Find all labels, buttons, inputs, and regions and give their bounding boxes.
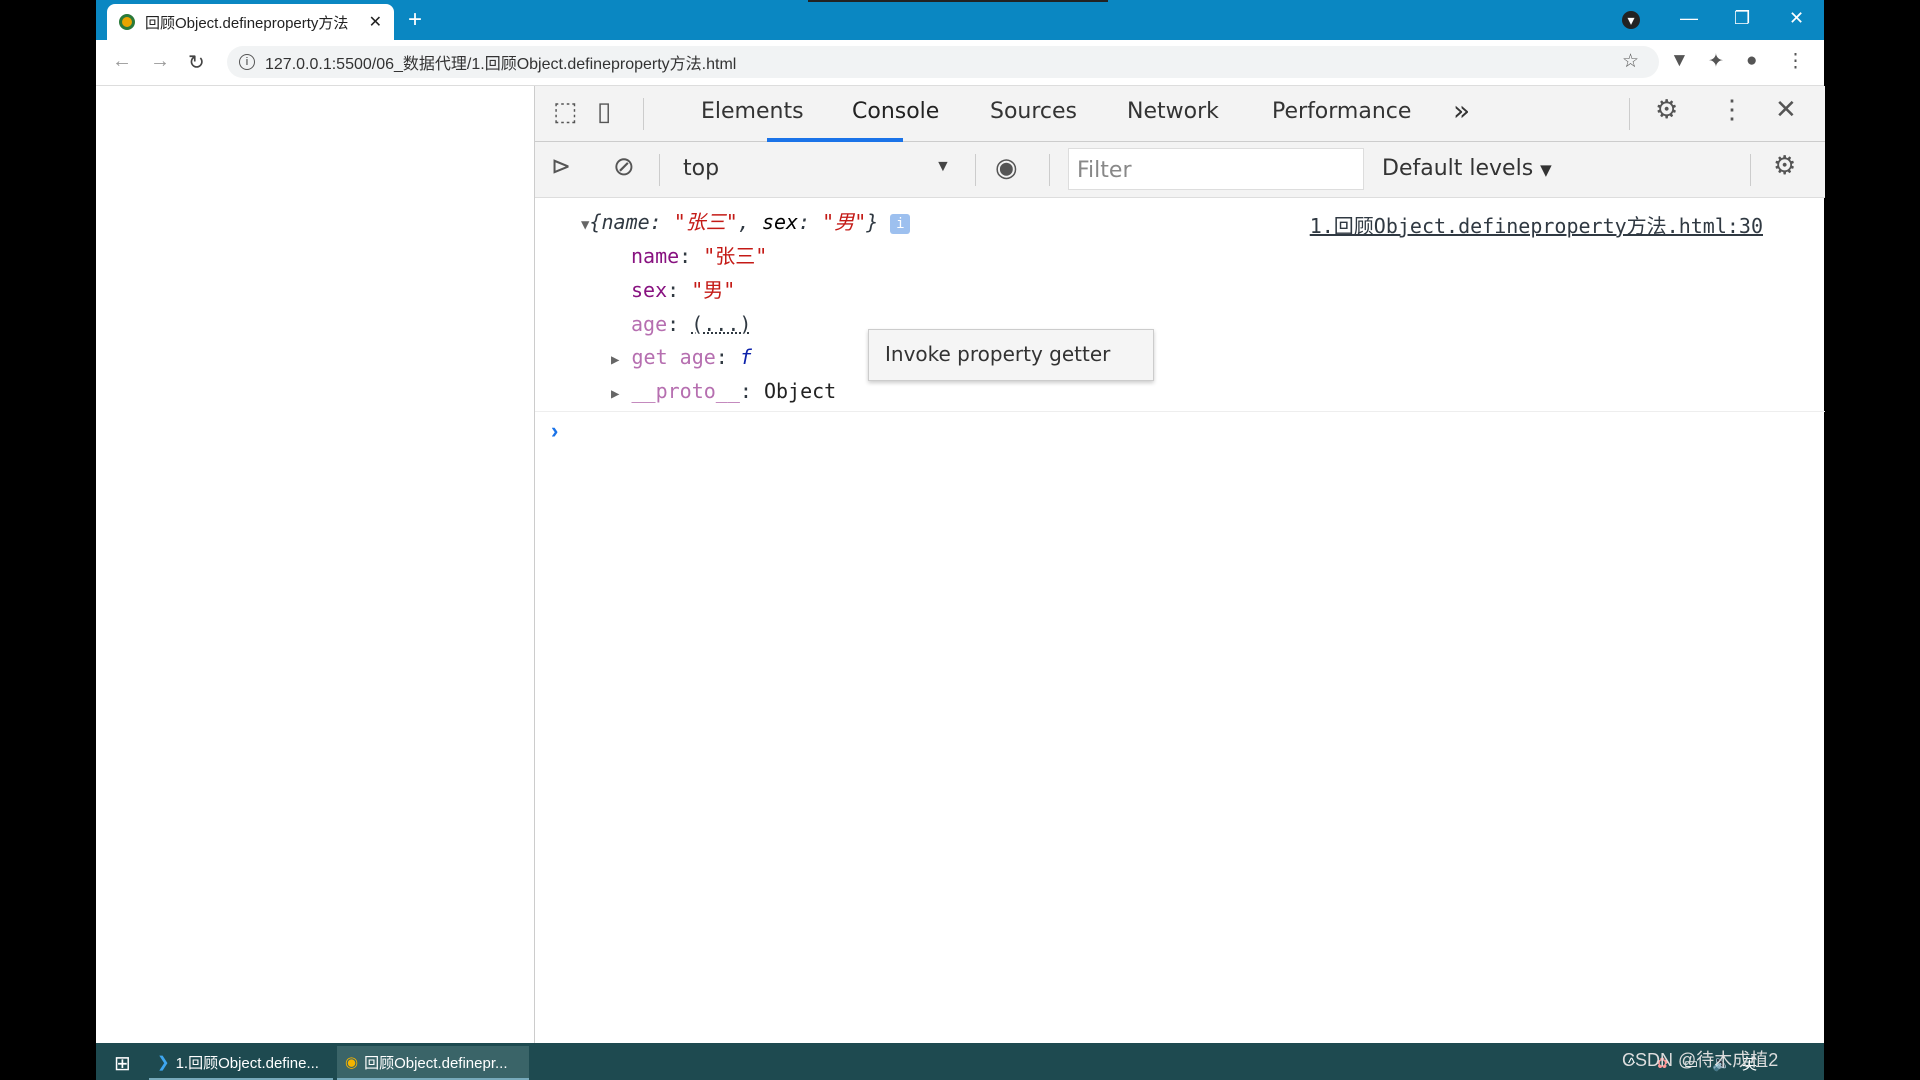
source-link[interactable]: 1.回顾Object.defineproperty方法.html:30 <box>1310 210 1763 239</box>
console-prompt-icon[interactable]: › <box>551 418 558 444</box>
profile-icon[interactable]: ● <box>1746 50 1757 72</box>
customize-menu-icon[interactable]: ⋮ <box>1719 94 1745 125</box>
bookmark-star-icon[interactable]: ☆ <box>1622 50 1639 73</box>
extensions-puzzle-icon[interactable]: ✦ <box>1708 50 1724 73</box>
taskbar-item-vscode[interactable]: ❯ 1.回顾Object.define... <box>149 1046 333 1080</box>
tab-elements[interactable]: Elements <box>701 99 804 124</box>
close-tab-icon[interactable]: ✕ <box>369 12 382 32</box>
profile-dropdown-icon[interactable]: ▾ <box>1622 11 1640 29</box>
extension-v-icon[interactable]: ▼ <box>1670 50 1689 72</box>
clear-console-icon[interactable]: ⊘ <box>613 151 635 182</box>
devtools-panel: ⬚ ▯ Elements Console Sources Network Per… <box>534 86 1825 1043</box>
tab-performance[interactable]: Performance <box>1272 99 1411 124</box>
log-levels-dropdown[interactable]: Default levels ▼ <box>1382 156 1552 181</box>
info-icon[interactable]: i <box>239 54 255 70</box>
vscode-icon: ❯ <box>157 1054 170 1071</box>
new-tab-button[interactable]: + <box>408 6 422 34</box>
collapsed-triangle-icon[interactable]: ▶ <box>611 352 619 368</box>
message-divider <box>535 411 1825 412</box>
console-settings-gear-icon[interactable]: ⚙ <box>1773 150 1796 181</box>
context-selector[interactable]: top <box>683 156 719 181</box>
tooltip: Invoke property getter <box>868 329 1154 381</box>
minimize-button[interactable]: — <box>1680 8 1698 29</box>
device-toolbar-icon[interactable]: ▯ <box>597 96 611 127</box>
object-summary[interactable]: ▼{name: "张三", sex: "男"} i <box>581 205 911 239</box>
console-toolbar: ⊳ ⊘ top ▼ ◉ Filter Default levels ▼ ⚙ <box>535 142 1825 198</box>
watermark: CSDN @待木成植2 <box>1622 1050 1779 1070</box>
close-devtools-icon[interactable]: ✕ <box>1775 94 1797 125</box>
info-badge-icon[interactable]: i <box>890 213 911 234</box>
prop-proto[interactable]: ▶ __proto__: Object <box>611 374 836 408</box>
restore-button[interactable]: ❐ <box>1734 8 1750 29</box>
prop-age: age: (...) <box>631 312 752 336</box>
log-levels-label: Default levels <box>1382 156 1534 181</box>
address-bar-row: ← → ↻ i 127.0.0.1:5500/06_数据代理/1.回顾Objec… <box>96 40 1824 86</box>
prop-sex: sex: "男" <box>631 278 736 302</box>
tab-console[interactable]: Console <box>852 99 939 124</box>
more-tabs-icon[interactable]: » <box>1453 94 1470 127</box>
collapsed-triangle-icon[interactable]: ▶ <box>611 386 619 402</box>
live-expression-eye-icon[interactable]: ◉ <box>995 152 1018 183</box>
close-window-button[interactable]: ✕ <box>1789 8 1804 29</box>
browser-tab[interactable]: 回顾Object.defineproperty方法 ✕ <box>107 4 394 40</box>
tab-title: 回顾Object.defineproperty方法 <box>145 14 349 32</box>
browser-window: 回顾Object.defineproperty方法 ✕ + ▾ — ❐ ✕ ← … <box>96 0 1825 1043</box>
browser-menu-icon[interactable]: ⋮ <box>1786 50 1805 73</box>
tab-sources[interactable]: Sources <box>990 99 1077 124</box>
chevron-down-icon: ▼ <box>1540 161 1552 179</box>
prop-getter[interactable]: ▶ get age: f <box>611 340 752 374</box>
taskbar-item-chrome[interactable]: ◉ 回顾Object.definepr... <box>337 1046 529 1080</box>
context-dropdown-icon[interactable]: ▼ <box>935 158 951 176</box>
favicon-icon <box>119 14 135 30</box>
reload-button[interactable]: ↻ <box>188 50 205 75</box>
windows-start-icon[interactable]: ⊞ <box>106 1046 139 1080</box>
url-input[interactable]: i 127.0.0.1:5500/06_数据代理/1.回顾Object.defi… <box>227 46 1659 78</box>
tab-bar: 回顾Object.defineproperty方法 ✕ + ▾ — ❐ ✕ <box>96 0 1824 40</box>
tab-network[interactable]: Network <box>1127 99 1219 124</box>
prop-name: name: "张三" <box>631 244 768 268</box>
top-mark <box>808 0 1108 2</box>
back-button[interactable]: ← <box>112 50 132 73</box>
sidebar-toggle-icon[interactable]: ⊳ <box>551 152 571 181</box>
devtools-main-toolbar: ⬚ ▯ Elements Console Sources Network Per… <box>535 86 1825 142</box>
url-text: 127.0.0.1:5500/06_数据代理/1.回顾Object.define… <box>265 56 737 73</box>
filter-input[interactable]: Filter <box>1068 148 1364 190</box>
settings-gear-icon[interactable]: ⚙ <box>1655 94 1678 125</box>
chrome-icon: ◉ <box>345 1054 359 1071</box>
taskbar: ⊞ ❯ 1.回顾Object.define... ◉ 回顾Object.define… <box>96 1043 1824 1080</box>
forward-button[interactable]: → <box>150 50 170 73</box>
invoke-getter-button[interactable]: (...) <box>691 312 751 336</box>
inspect-element-icon[interactable]: ⬚ <box>553 96 578 127</box>
